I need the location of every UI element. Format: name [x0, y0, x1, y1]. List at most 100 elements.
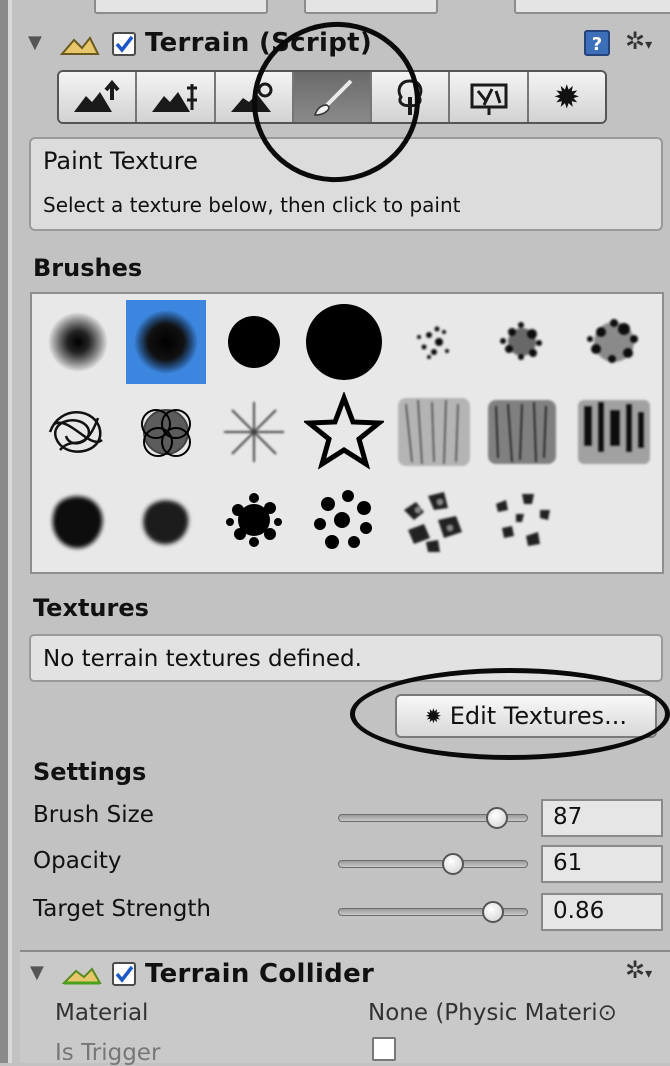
hard-large-brush-icon — [306, 304, 382, 380]
brush-size-label: Brush Size — [33, 802, 154, 828]
terrain-enabled-checkbox[interactable] — [112, 32, 136, 56]
grass-detail-icon — [470, 83, 508, 115]
grunge-streak-brush-icon — [578, 400, 650, 464]
tool-info-box: Paint Texture Select a texture below, th… — [29, 137, 663, 231]
target-strength-label: Target Strength — [33, 896, 211, 922]
collider-foldout-arrow-icon[interactable]: ▼ — [30, 962, 44, 983]
collider-component-title: Terrain Collider — [145, 959, 375, 989]
brush-scribble[interactable] — [38, 390, 118, 474]
textures-list-box: No terrain textures defined. — [29, 634, 663, 682]
brush-smudge[interactable] — [38, 478, 118, 562]
gear-icon: ✹ — [553, 78, 581, 116]
grunge-dense-brush-icon — [488, 400, 556, 464]
material-label: Material — [55, 1000, 149, 1026]
splatter-brush-icon — [226, 493, 282, 547]
brush-scatter-heavy[interactable] — [574, 300, 654, 384]
previous-field-1[interactable] — [94, 0, 268, 14]
mountain-smooth-icon — [230, 82, 273, 112]
foldout-arrow-icon[interactable]: ▼ — [28, 32, 42, 53]
mountain-up-arrow-icon — [74, 80, 120, 112]
brush-scatter-dense[interactable] — [482, 300, 562, 384]
brush-hard-large[interactable] — [304, 300, 384, 384]
collider-settings-gear-icon[interactable]: ✲▾ — [625, 956, 652, 984]
opacity-slider-thumb[interactable] — [442, 853, 464, 875]
paint-height-tool[interactable] — [137, 72, 216, 122]
material-field[interactable]: None (Physic Materi⊙ — [368, 1000, 668, 1026]
terrain-settings-tool[interactable]: ✹ — [528, 72, 605, 122]
target-strength-field[interactable]: 0.86 — [541, 893, 663, 931]
mountain-height-icon — [152, 84, 198, 112]
is-trigger-checkbox[interactable] — [372, 1037, 396, 1061]
brush-star-outline[interactable] — [304, 390, 384, 474]
brush-size-slider-thumb[interactable] — [486, 807, 508, 829]
terrain-tool-toolbar: ✹ — [57, 70, 607, 124]
brush-grunge-streak[interactable] — [574, 390, 654, 474]
star-outline-brush-icon — [304, 392, 384, 470]
brush-rock-cluster[interactable] — [394, 478, 474, 562]
swirl-brush-icon — [141, 409, 191, 457]
scribble-brush-icon — [48, 411, 103, 453]
brush-grid — [30, 292, 664, 574]
brush-smudge-soft[interactable] — [126, 478, 206, 562]
edit-textures-label: Edit Textures... — [449, 702, 628, 730]
brush-starburst[interactable] — [214, 390, 294, 474]
brush-grunge-dense[interactable] — [482, 390, 562, 474]
starburst-brush-icon — [224, 402, 284, 462]
paint-details-tool[interactable] — [450, 72, 529, 122]
paintbrush-icon — [313, 79, 353, 116]
paint-texture-tool[interactable] — [293, 72, 373, 122]
brush-size-field[interactable]: 87 — [541, 799, 663, 837]
smooth-height-tool[interactable] — [215, 72, 294, 122]
previous-component-fields — [14, 0, 670, 14]
textures-empty-message: No terrain textures defined. — [43, 646, 362, 672]
inspector-left-highlight — [8, 0, 12, 1063]
smudge-soft-brush-icon — [143, 500, 189, 545]
collider-enabled-checkbox[interactable] — [112, 962, 136, 986]
brush-soft-small[interactable] — [38, 300, 118, 384]
help-icon[interactable]: ? — [584, 30, 610, 56]
tool-info-subtitle: Select a texture below, then click to pa… — [43, 193, 461, 217]
brush-dots[interactable] — [304, 478, 384, 562]
settings-heading: Settings — [33, 758, 147, 786]
scatter-light-brush-icon — [417, 326, 449, 359]
tree-icon — [397, 79, 423, 115]
rock-cluster-brush-icon — [404, 492, 462, 552]
soft-medium-brush-icon — [134, 310, 198, 374]
brush-hard-medium[interactable] — [214, 300, 294, 384]
terrain-component-title: Terrain (Script) — [145, 28, 373, 58]
terrain-collider-icon — [62, 967, 102, 985]
brush-rock-scatter[interactable] — [482, 478, 562, 562]
grunge-light-brush-icon — [398, 398, 470, 466]
brush-splatter[interactable] — [214, 478, 294, 562]
brush-swirl[interactable] — [126, 390, 206, 474]
rock-scatter-brush-icon — [496, 494, 550, 546]
brush-scatter-light[interactable] — [394, 300, 474, 384]
scatter-dense-brush-icon — [500, 322, 542, 360]
previous-field-2[interactable] — [304, 0, 438, 14]
smudge-brush-icon — [52, 496, 103, 549]
checkmark-icon — [115, 35, 134, 53]
target-strength-slider-thumb[interactable] — [482, 901, 504, 923]
tool-info-title: Paint Texture — [43, 147, 198, 175]
edit-textures-button[interactable]: ✹ Edit Textures... — [395, 694, 657, 738]
checkmark-icon — [115, 965, 134, 983]
hard-medium-brush-icon — [228, 316, 280, 368]
brush-soft-medium[interactable] — [126, 300, 206, 384]
gear-icon: ✹ — [424, 704, 442, 728]
previous-field-3[interactable] — [514, 0, 670, 14]
opacity-slider[interactable] — [338, 860, 528, 868]
terrain-component-icon — [60, 36, 100, 55]
raise-lower-terrain-tool[interactable] — [59, 72, 138, 122]
brush-grunge-light[interactable] — [394, 390, 474, 474]
brushes-heading: Brushes — [33, 254, 143, 282]
opacity-label: Opacity — [33, 848, 122, 874]
soft-small-brush-icon — [48, 312, 108, 372]
dots-brush-icon — [314, 490, 372, 549]
component-settings-gear-icon[interactable]: ✲▾ — [625, 27, 652, 55]
place-trees-tool[interactable] — [372, 72, 451, 122]
textures-heading: Textures — [33, 594, 149, 622]
scatter-heavy-brush-icon — [587, 319, 638, 363]
is-trigger-label: Is Trigger — [55, 1040, 161, 1066]
opacity-field[interactable]: 61 — [541, 845, 663, 883]
inspector-left-edge — [0, 0, 8, 1063]
